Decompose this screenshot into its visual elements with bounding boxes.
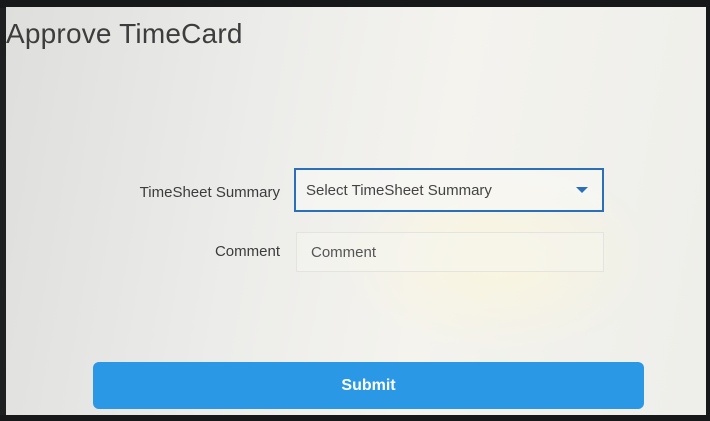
timesheet-summary-select[interactable]: Select TimeSheet Summary [294, 168, 604, 212]
comment-label: Comment [214, 243, 280, 260]
comment-input[interactable] [296, 232, 604, 272]
submit-button[interactable]: Submit [93, 362, 644, 409]
screen-bezel-bottom [0, 415, 710, 421]
screen-bezel-right [706, 0, 710, 421]
caret-down-icon [576, 187, 588, 193]
page-title: Approve TimeCard [6, 18, 243, 49]
app-screen: Approve TimeCard TimeSheet Summary Selec… [6, 7, 706, 415]
timesheet-summary-label: TimeSheet Summary [139, 184, 280, 201]
timesheet-summary-selected-value: Select TimeSheet Summary [306, 181, 492, 199]
